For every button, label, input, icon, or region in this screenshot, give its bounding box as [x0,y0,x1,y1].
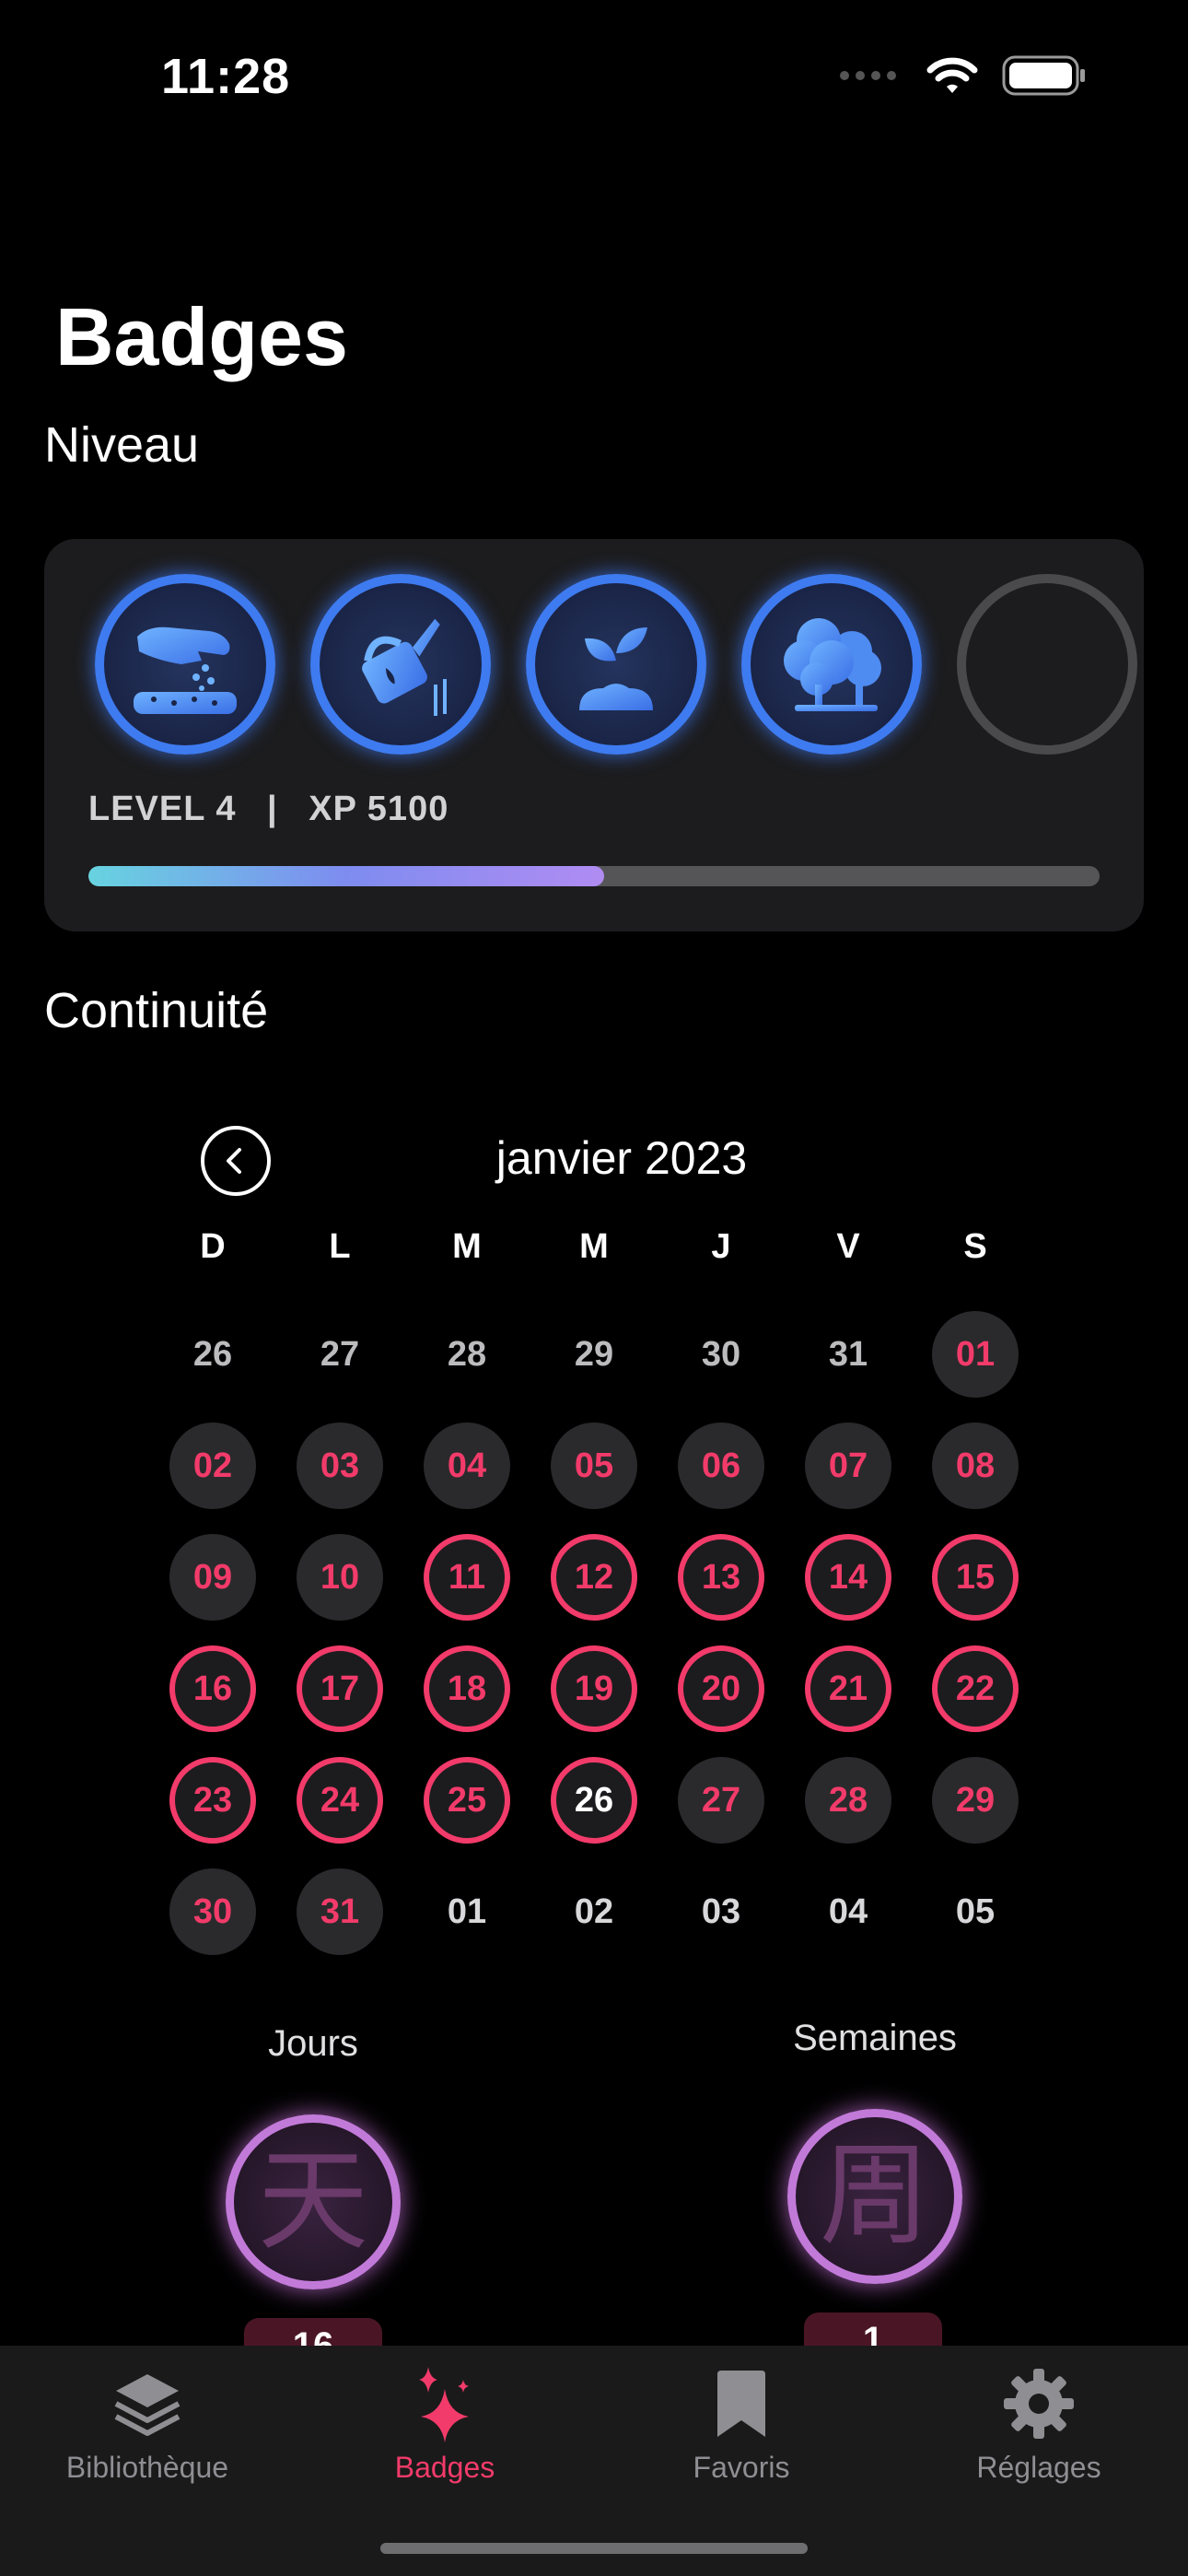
badge-level-3[interactable] [526,574,706,755]
page-title: Badges [55,291,348,382]
weekday-header: V [836,1227,860,1266]
weekday-header: D [200,1227,226,1266]
weekday-header: M [452,1227,482,1266]
bookmark-icon [717,2371,765,2437]
calendar-day[interactable]: 09 [169,1534,256,1621]
calendar-day[interactable]: 05 [932,1868,1019,1955]
tab-reglages-label: Réglages [976,2451,1101,2484]
tab-badges[interactable]: Badges [307,2362,583,2485]
calendar-month-title: janvier 2023 [495,1132,748,1184]
calendar-day[interactable]: 24 [297,1757,383,1844]
calendar-day[interactable]: 01 [424,1868,510,1955]
weeks-streak-label: Semaines [793,2018,957,2058]
calendar-day[interactable]: 31 [805,1311,891,1398]
calendar-day[interactable]: 20 [678,1645,764,1732]
tab-reglages[interactable]: Réglages [901,2362,1177,2485]
level-xp-text: LEVEL 4 | XP 5100 [88,790,448,829]
calendar-day[interactable]: 07 [805,1423,891,1509]
calendar-day[interactable]: 04 [424,1423,510,1509]
calendar-day[interactable]: 29 [551,1311,637,1398]
wifi-icon [926,57,978,93]
signal-icon [840,71,896,80]
calendar-day[interactable]: 27 [678,1757,764,1844]
calendar-day[interactable]: 16 [169,1645,256,1732]
weekday-header: J [711,1227,731,1266]
calendar-day[interactable]: 31 [297,1868,383,1955]
calendar-day[interactable]: 23 [169,1757,256,1844]
xp-progress-track [88,866,1100,886]
trees-icon [784,618,881,711]
calendar-day[interactable]: 14 [805,1534,891,1621]
calendar-day[interactable]: 02 [551,1868,637,1955]
home-indicator [380,2543,808,2554]
level-section-title: Niveau [44,417,200,473]
seeding-hand-icon [134,626,237,714]
days-streak-symbol: 天 [258,2137,368,2266]
calendar-day[interactable]: 02 [169,1423,256,1509]
status-icons [838,55,1087,96]
calendar-day[interactable]: 12 [551,1534,637,1621]
badge-level-4[interactable] [741,574,922,755]
tab-favoris-label: Favoris [693,2451,790,2484]
gear-icon [1004,2369,1074,2439]
sprout-icon [579,627,653,710]
continuity-section-title: Continuité [44,983,269,1038]
tab-bar: Bibliothèque Badges Favoris Réglages [0,2346,1188,2576]
calendar-day[interactable]: 28 [424,1311,510,1398]
badge-level-2[interactable] [310,574,491,755]
weekday-header: S [963,1227,987,1266]
calendar-day[interactable]: 03 [678,1868,764,1955]
calendar-day[interactable]: 25 [424,1757,510,1844]
weekday-header: M [579,1227,609,1266]
tab-bibliotheque-label: Bibliothèque [65,2451,229,2484]
badge-level-5-locked[interactable] [957,574,1137,755]
calendar-day[interactable]: 13 [678,1534,764,1621]
calendar-day[interactable]: 15 [932,1534,1019,1621]
weekday-header: L [329,1227,351,1266]
calendar-day[interactable]: 26 [169,1311,256,1398]
tab-bibliotheque[interactable]: Bibliothèque [9,2362,285,2485]
sparkles-icon [419,2367,469,2442]
calendar-day[interactable]: 10 [297,1534,383,1621]
calendar-day[interactable]: 18 [424,1645,510,1732]
calendar-day[interactable]: 05 [551,1423,637,1509]
calendar-day[interactable]: 04 [805,1868,891,1955]
calendar-day[interactable]: 22 [932,1645,1019,1732]
calendar-day[interactable]: 08 [932,1423,1019,1509]
days-streak-badge[interactable]: 天 [226,2114,401,2289]
status-bar: 11:28 [0,0,1188,157]
tab-favoris[interactable]: Favoris [603,2362,879,2485]
xp-label: XP 5100 [309,790,449,828]
calendar-day[interactable]: 03 [297,1423,383,1509]
calendar-day[interactable]: 06 [678,1423,764,1509]
days-streak-label: Jours [268,2023,358,2064]
watering-can-icon [362,618,447,716]
weeks-streak-symbol: 周 [820,2132,930,2260]
level-separator: | [267,790,278,828]
status-time: 11:28 [161,49,291,104]
calendar-day[interactable]: 11 [424,1534,510,1621]
calendar-day[interactable]: 29 [932,1757,1019,1844]
calendar-day[interactable]: 30 [678,1311,764,1398]
level-card: LEVEL 4 | XP 5100 [44,539,1144,931]
weeks-streak-badge[interactable]: 周 [787,2109,962,2284]
calendar-day[interactable]: 27 [297,1311,383,1398]
calendar-day[interactable]: 01 [932,1311,1019,1398]
calendar-day[interactable]: 30 [169,1868,256,1955]
calendar-day[interactable]: 26 [551,1757,637,1844]
calendar-day[interactable]: 28 [805,1757,891,1844]
xp-progress-fill [88,866,604,886]
calendar-day[interactable]: 21 [805,1645,891,1732]
level-label: LEVEL 4 [88,790,237,828]
calendar-day[interactable]: 17 [297,1645,383,1732]
battery-icon [1002,55,1085,96]
badge-level-1[interactable] [95,574,275,755]
stack-icon [114,2374,181,2436]
badge-row [95,574,1137,755]
tab-badges-label: Badges [394,2451,495,2484]
calendar-day[interactable]: 19 [551,1645,637,1732]
